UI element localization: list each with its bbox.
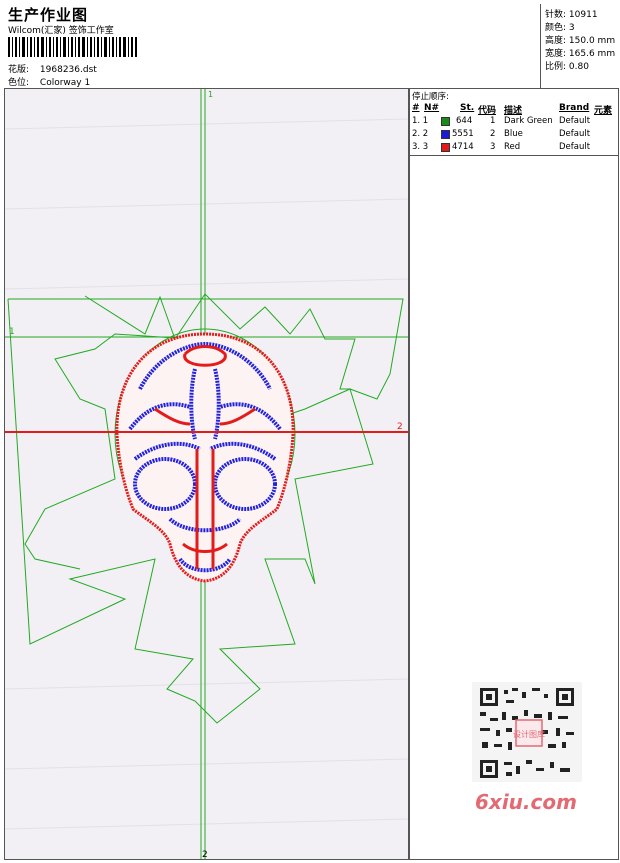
stop-sequence-table: 停止顺序: # N# St. 代码 描述 Brand 元素 1. 1 644 1… [410, 89, 618, 156]
guide-label-h1: 1 [9, 327, 15, 337]
col-number: N# [424, 103, 440, 113]
design-width: 宽度: 165.6 mm [545, 49, 616, 59]
col-index: # [412, 103, 420, 113]
design-file-row: 花版: 1968236.dst [8, 62, 97, 75]
company-name: Wilcom(汇家) 签饰工作室 [8, 26, 114, 36]
design-file: 1968236.dst [39, 65, 97, 75]
color-count: 颜色: 3 [545, 23, 575, 33]
stop-sequence-title: 停止顺序: [412, 92, 449, 102]
design-label: 花版: [8, 65, 30, 75]
col-code: 代码 [478, 106, 497, 116]
page-title: 生产作业图 [8, 6, 89, 24]
colorway-value: Colorway 1 [39, 78, 91, 88]
color-swatch-red [441, 143, 450, 152]
qr-code: 设计图库 [472, 682, 582, 782]
barcode [8, 37, 137, 57]
site-watermark: 6xiu.com [475, 790, 577, 814]
design-scale: 比例: 0.80 [545, 62, 589, 72]
color-swatch-blue [441, 130, 450, 139]
col-element: 元素 [594, 106, 613, 116]
colorway-row: 色位: Colorway 1 [8, 75, 90, 88]
guide-label-v2: 2 [202, 850, 208, 859]
color-swatch-green [441, 117, 450, 126]
embroidery-design: 2 1 1 2 [4, 89, 409, 860]
guide-label-h2: 2 [397, 422, 403, 432]
guide-label-v1: 1 [208, 90, 213, 99]
qr-stamp: 设计图库 [513, 729, 545, 739]
design-canvas[interactable]: 2 1 1 2 [4, 88, 409, 860]
design-info-box: 针数: 10911 颜色: 3 高度: 150.0 mm 宽度: 165.6 m… [540, 4, 619, 89]
stitch-count: 针数: 10911 [545, 10, 598, 20]
col-description: 描述 [504, 106, 523, 116]
col-brand: Brand [559, 103, 590, 113]
design-height: 高度: 150.0 mm [545, 36, 616, 46]
colorway-label: 色位: [8, 78, 30, 88]
col-stitches: St. [460, 103, 475, 113]
